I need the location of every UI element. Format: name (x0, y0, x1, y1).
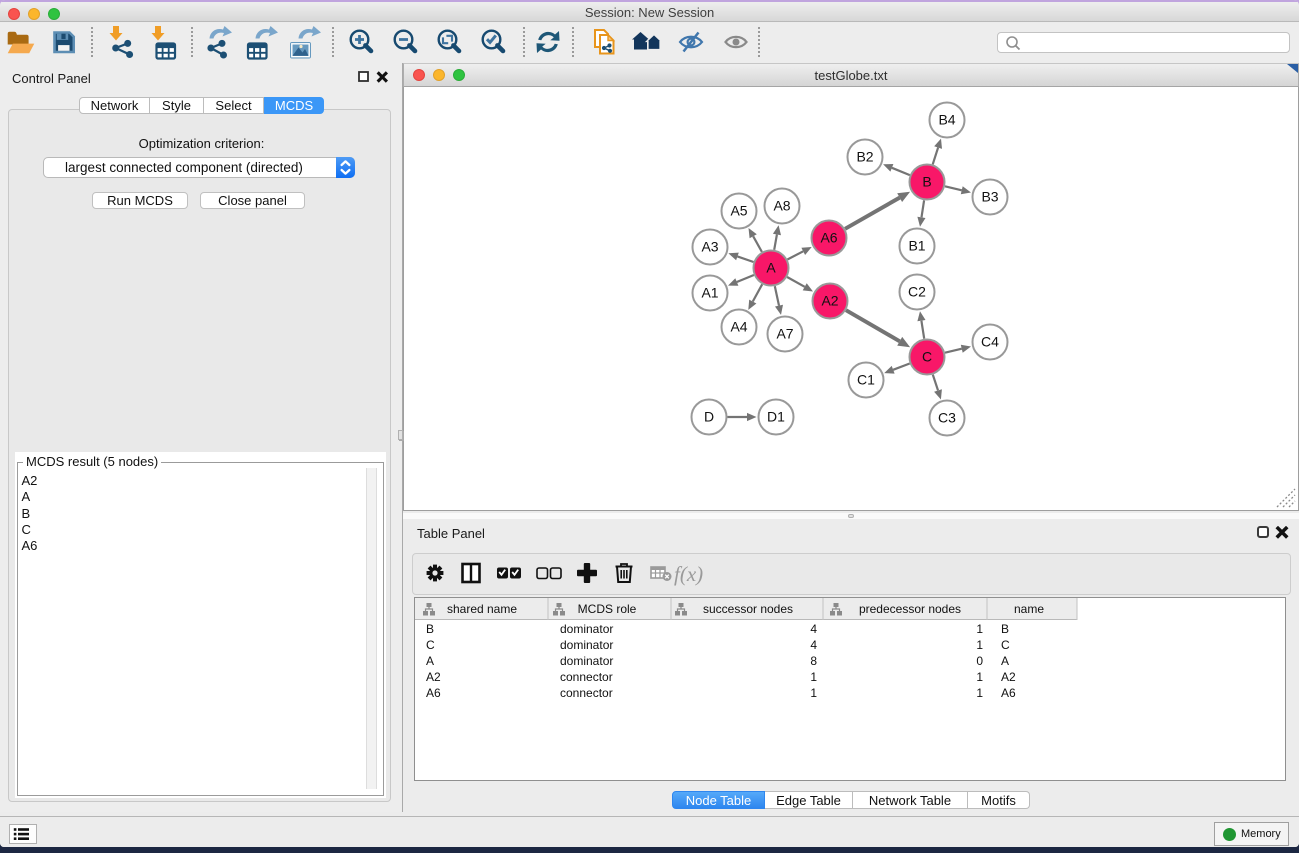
svg-text:D: D (704, 409, 714, 425)
svg-text:B2: B2 (856, 149, 873, 165)
svg-text:A: A (426, 654, 434, 668)
svg-text:B: B (922, 174, 931, 190)
svg-text:B: B (426, 622, 434, 636)
svg-text:A6: A6 (426, 686, 441, 700)
svg-text:dominator: dominator (560, 622, 613, 636)
svg-text:4: 4 (810, 622, 817, 636)
svg-text:4: 4 (810, 638, 817, 652)
svg-text:A2: A2 (426, 670, 441, 684)
svg-text:1: 1 (810, 686, 817, 700)
svg-text:shared name: shared name (447, 602, 517, 616)
svg-text:B3: B3 (981, 189, 998, 205)
svg-text:A1: A1 (701, 285, 718, 301)
svg-text:B4: B4 (938, 112, 955, 128)
svg-text:8: 8 (810, 654, 817, 668)
svg-text:A3: A3 (701, 239, 718, 255)
svg-text:1: 1 (976, 670, 983, 684)
svg-text:C: C (426, 638, 435, 652)
svg-text:A6: A6 (820, 230, 837, 246)
svg-text:dominator: dominator (560, 638, 613, 652)
svg-text:A: A (766, 260, 776, 276)
svg-text:A2: A2 (821, 293, 838, 309)
svg-text:1: 1 (810, 670, 817, 684)
svg-text:C3: C3 (938, 410, 956, 426)
svg-text:B1: B1 (908, 238, 925, 254)
svg-text:A6: A6 (1001, 686, 1016, 700)
svg-text:C: C (922, 349, 932, 365)
svg-text:successor nodes: successor nodes (703, 602, 793, 616)
svg-text:connector: connector (560, 670, 613, 684)
svg-text:connector: connector (560, 686, 613, 700)
svg-text:1: 1 (976, 622, 983, 636)
svg-text:C1: C1 (857, 372, 875, 388)
svg-text:predecessor nodes: predecessor nodes (859, 602, 961, 616)
svg-text:A: A (1001, 654, 1009, 668)
svg-text:0: 0 (976, 654, 983, 668)
svg-text:f(x): f(x) (674, 562, 703, 586)
svg-text:A7: A7 (776, 326, 793, 342)
svg-text:C4: C4 (981, 334, 999, 350)
svg-text:D1: D1 (767, 409, 785, 425)
svg-text:A8: A8 (773, 198, 790, 214)
svg-text:A4: A4 (730, 319, 747, 335)
svg-text:MCDS role: MCDS role (578, 602, 637, 616)
svg-text:dominator: dominator (560, 654, 613, 668)
svg-text:1: 1 (976, 638, 983, 652)
svg-text:1: 1 (976, 686, 983, 700)
svg-text:name: name (1014, 602, 1044, 616)
svg-text:A5: A5 (730, 203, 747, 219)
svg-text:A2: A2 (1001, 670, 1016, 684)
svg-text:C: C (1001, 638, 1010, 652)
svg-text:B: B (1001, 622, 1009, 636)
svg-text:C2: C2 (908, 284, 926, 300)
